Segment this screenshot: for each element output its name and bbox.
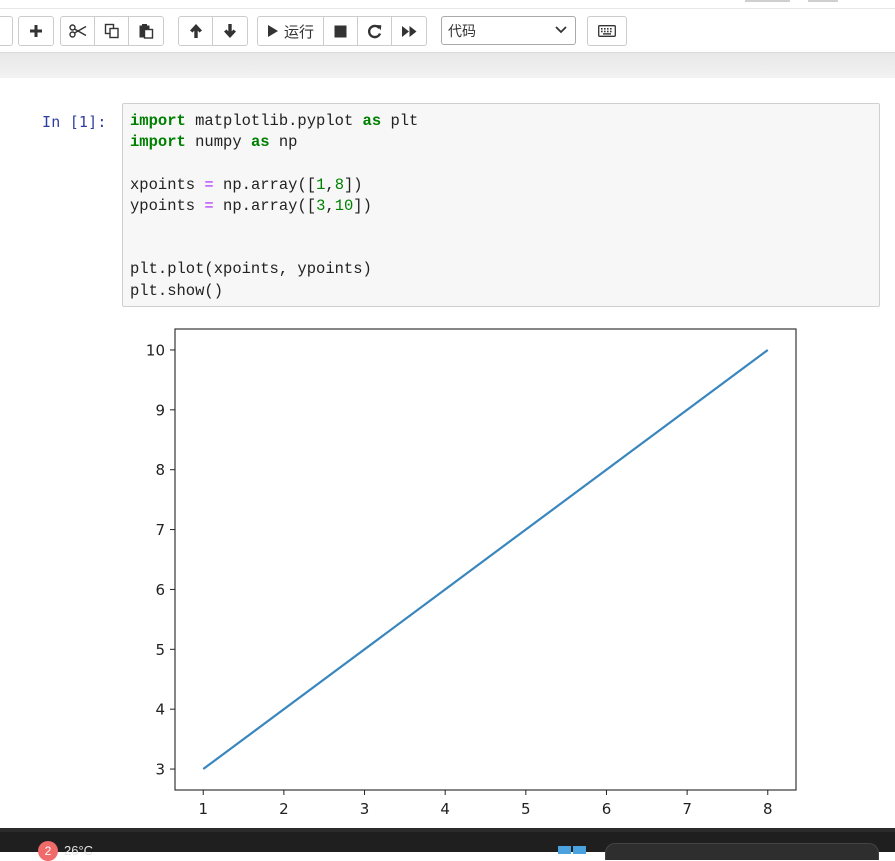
scissors-icon — [68, 24, 86, 38]
save-button-group[interactable] — [0, 16, 13, 46]
code-line: plt.show() — [130, 282, 223, 300]
code-token: xpoints — [130, 175, 205, 194]
code-token: plt.plot(xpoints, ypoints) — [130, 260, 372, 279]
x-tick-label: 4 — [440, 800, 450, 818]
code-token: = — [204, 175, 214, 194]
windows-logo-pane — [558, 846, 571, 854]
code-cell-input[interactable]: import matplotlib.pyplot as plt import nu… — [122, 103, 880, 307]
y-tick-label: 10 — [146, 341, 165, 359]
code-token: 1 — [316, 175, 326, 194]
y-tick-label: 9 — [155, 401, 165, 419]
paste-button[interactable] — [129, 17, 163, 45]
code-token: as — [362, 112, 382, 130]
y-tick-label: 6 — [155, 581, 165, 599]
code-token: plt.show() — [130, 281, 224, 300]
run-group: 运行 — [257, 16, 428, 46]
top-strip-segment — [808, 0, 838, 2]
y-tick-label: 7 — [155, 521, 165, 539]
x-tick-label: 8 — [763, 800, 773, 818]
code-token: ]) — [353, 196, 372, 215]
stop-icon — [334, 25, 347, 37]
code-token: 10 — [334, 196, 354, 215]
plot-output: 1 2 3 4 5 6 7 8 3 4 5 6 7 8 9 10 — [130, 318, 810, 818]
command-palette-button[interactable] — [587, 16, 627, 46]
x-tick-label: 2 — [279, 800, 289, 818]
code-token: ]) — [344, 175, 363, 194]
code-token: , — [325, 175, 335, 194]
paste-icon — [139, 24, 154, 39]
notebook-container: In [1]: import matplotlib.pyplot as plt i… — [0, 78, 895, 828]
code-token: numpy — [185, 133, 251, 152]
x-tick-label: 6 — [602, 800, 612, 818]
os-taskbar: 2 26°C — [0, 828, 895, 861]
move-down-button[interactable] — [213, 17, 247, 45]
y-tick-label: 4 — [155, 701, 165, 719]
windows-start-icon[interactable] — [558, 846, 588, 854]
code-line: xpoints = np.array([1,8]) — [130, 176, 363, 194]
copy-button[interactable] — [95, 17, 129, 45]
restart-button[interactable] — [358, 17, 393, 45]
refresh-icon — [368, 24, 382, 38]
arrow-up-icon — [189, 24, 202, 38]
y-tick-label: 5 — [155, 641, 165, 659]
code-line: import matplotlib.pyplot as plt — [130, 112, 418, 130]
run-button-label: 运行 — [284, 22, 315, 41]
code-line: ypoints = np.array([3,10]) — [130, 197, 372, 215]
cut-button[interactable] — [61, 17, 95, 45]
code-token: np — [269, 133, 298, 152]
cell-type-selected-value: 代码 — [448, 23, 476, 40]
line-chart: 1 2 3 4 5 6 7 8 3 4 5 6 7 8 9 10 — [146, 328, 797, 818]
code-token: , — [325, 196, 335, 215]
copy-icon — [104, 23, 119, 39]
top-strip-segment — [745, 0, 790, 2]
code-token: np.array([ — [213, 196, 317, 215]
x-tick-label: 7 — [682, 800, 692, 818]
arrow-down-icon — [224, 24, 236, 38]
move-group — [178, 16, 248, 46]
run-button[interactable]: 运行 — [258, 17, 325, 45]
edit-group — [60, 16, 164, 46]
x-tick-label: 1 — [198, 800, 208, 818]
taskbar-top-edge — [0, 828, 895, 832]
code-token: 3 — [316, 196, 326, 215]
keyboard-icon — [598, 25, 616, 37]
code-token: import — [130, 133, 186, 152]
code-line: plt.plot(xpoints, ypoints) — [130, 260, 372, 278]
code-token: import — [130, 112, 186, 130]
code-token: = — [204, 196, 214, 215]
move-up-button[interactable] — [179, 17, 213, 45]
insert-cell-button[interactable] — [19, 17, 53, 45]
code-token: matplotlib.pyplot — [185, 112, 363, 130]
code-token: 8 — [334, 175, 344, 194]
code-token: ypoints — [130, 196, 205, 215]
y-tick-label: 8 — [155, 461, 165, 479]
code-token: as — [250, 133, 270, 152]
code-token: np.array([ — [213, 175, 317, 194]
cell-type-select[interactable]: 代码 — [441, 16, 576, 45]
temperature-label: 26°C — [64, 843, 94, 858]
insert-group — [18, 16, 54, 46]
code-line: import numpy as np — [130, 133, 297, 151]
y-tick-label: 3 — [155, 761, 165, 779]
input-prompt: In [1]: — [42, 113, 107, 131]
x-tick-label: 3 — [360, 800, 370, 818]
interrupt-button[interactable] — [324, 17, 359, 45]
fast-forward-icon — [401, 25, 417, 37]
windows-logo-pane — [573, 846, 586, 854]
weather-badge[interactable]: 2 — [38, 841, 58, 861]
play-icon — [268, 25, 278, 37]
plus-icon — [30, 25, 42, 37]
chevron-down-icon — [555, 26, 567, 34]
top-strip — [0, 0, 895, 9]
x-tick-label: 5 — [521, 800, 531, 818]
restart-run-all-button[interactable] — [392, 17, 426, 45]
code-token: plt — [381, 112, 419, 130]
toolbar-separator — [0, 52, 895, 79]
